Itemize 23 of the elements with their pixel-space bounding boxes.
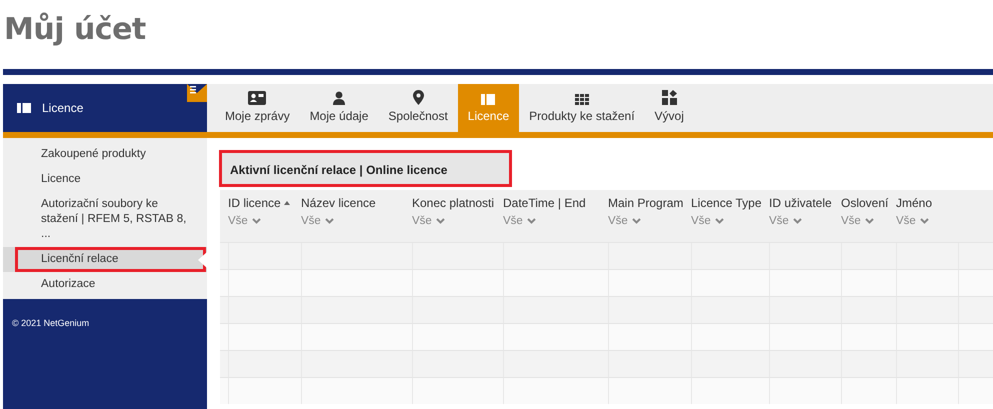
column-header[interactable]: ID licence (228, 196, 281, 210)
column-header[interactable]: ID uživatele (769, 196, 832, 210)
tab[interactable]: Vývoj (644, 84, 694, 132)
tab[interactable]: Společnost (378, 84, 458, 132)
page-title: Můj účet (3, 11, 147, 49)
column-header[interactable]: DateTime | End (503, 196, 586, 210)
panel-header: Aktivní licenční relace | Online licence (219, 150, 512, 187)
column-header[interactable]: Název licence (301, 196, 376, 210)
tab[interactable]: Moje zprávy (215, 84, 300, 132)
column-header[interactable]: Jméno (896, 196, 932, 210)
column-header[interactable]: Konec platnosti (412, 196, 494, 210)
column-header[interactable]: Main Program (608, 196, 684, 210)
tab[interactable]: Produkty ke stažení (519, 84, 645, 132)
sidebar-item[interactable]: Autorizace (3, 272, 207, 297)
copyright-text: © 2021 NetGenium (12, 318, 90, 328)
column-header[interactable]: Licence Type (691, 196, 762, 210)
sidebar-item[interactable]: Zakoupené produkty (3, 142, 207, 167)
sidebar-item[interactable]: Autorizační soubory ke stažení | RFEM 5, RSTAB 8, ... (3, 192, 207, 247)
sidebar-item[interactable]: Licence (3, 167, 207, 192)
sidebar-item[interactable]: Licenční relace (3, 247, 207, 272)
tab[interactable]: Moje údaje (300, 84, 378, 132)
sidebar-title: Licence (42, 101, 84, 115)
column-header[interactable]: Oslovení (841, 196, 888, 210)
